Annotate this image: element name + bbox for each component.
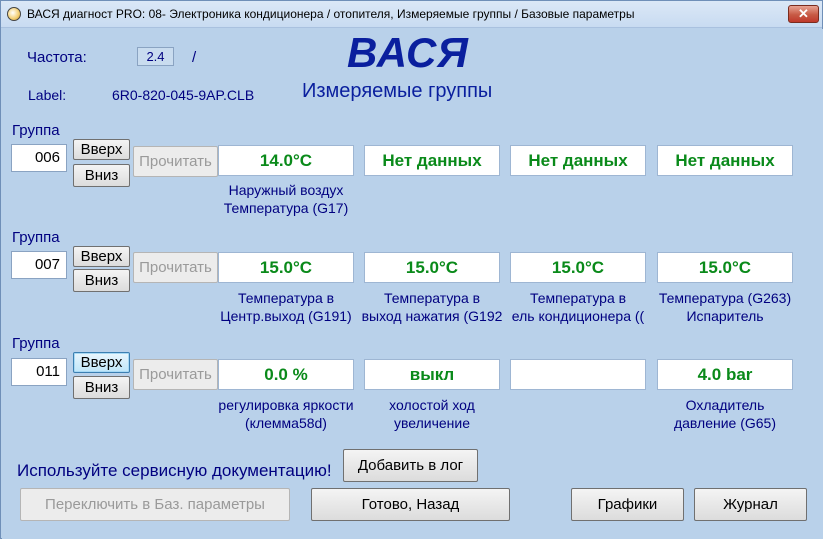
caption-line: Температура в [529, 290, 627, 306]
value-field: 15.0°C [218, 252, 354, 283]
value-field: 15.0°C [510, 252, 646, 283]
group-up-button[interactable]: Вверх [73, 352, 130, 373]
title-bar: ВАСЯ диагност PRO: 08- Электроника конди… [1, 1, 822, 28]
group-down-button[interactable]: Вниз [73, 269, 130, 292]
group-down-button[interactable]: Вниз [73, 164, 130, 187]
value-field [510, 359, 646, 390]
value-field: 15.0°C [364, 252, 500, 283]
value-caption: Наружный воздух Температура (G17) [213, 181, 359, 217]
caption-line: Температура в [383, 290, 481, 306]
brand-logo: ВАСЯ [347, 29, 469, 76]
app-window: ВАСЯ диагност PRO: 08- Электроника конди… [0, 0, 823, 539]
group-label: Группа [12, 122, 60, 139]
app-icon [7, 7, 21, 21]
group-read-button[interactable]: Прочитать [133, 146, 218, 177]
charts-button[interactable]: Графики [571, 488, 684, 521]
value-caption: Температура в ель кондиционера (( [505, 289, 651, 325]
group-read-button[interactable]: Прочитать [133, 359, 218, 390]
caption-line: ель кондиционера (( [511, 308, 645, 324]
value-field: 0.0 % [218, 359, 354, 390]
client-area: Частота: 2.4 / Label: 6R0-820-045-9AP.CL… [2, 29, 823, 539]
value-caption: холостой ход увеличение [359, 396, 505, 432]
frequency-slash: / [192, 49, 197, 66]
caption-line: увеличение [393, 415, 470, 431]
done-back-button[interactable]: Готово, Назад [311, 488, 510, 521]
caption-line: выход нажатия (G192 [361, 308, 503, 324]
group-number-input[interactable]: 006 [11, 144, 67, 172]
label-label: Label: [28, 87, 67, 103]
close-icon: ✕ [798, 6, 809, 21]
group-label: Группа [12, 335, 60, 352]
value-field: Нет данных [364, 145, 500, 176]
value-caption: Температура в Центр.выход (G191) [213, 289, 359, 325]
caption-line: Охладитель [685, 397, 765, 413]
value-caption: регулировка яркости (клемма58d) [213, 396, 359, 432]
value-caption: Температура в выход нажатия (G192 [359, 289, 505, 325]
service-doc-hint: Используйте сервисную документацию! [17, 461, 332, 480]
value-field: 4.0 bar [657, 359, 793, 390]
value-caption: Охладитель давление (G65) [652, 396, 798, 432]
label-value: 6R0-820-045-9AP.CLB [112, 87, 255, 103]
value-field: выкл [364, 359, 500, 390]
caption-line: давление (G65) [673, 415, 777, 431]
caption-line: Испаритель [686, 308, 764, 324]
group-read-button[interactable]: Прочитать [133, 252, 218, 283]
page-title: Измеряемые группы [302, 80, 493, 102]
group-number-input[interactable]: 007 [11, 251, 67, 279]
frequency-label: Частота: [27, 49, 87, 66]
caption-line: холостой ход [389, 397, 475, 413]
value-field: Нет данных [657, 145, 793, 176]
group-up-button[interactable]: Вверх [73, 246, 130, 267]
value-field: 14.0°C [218, 145, 354, 176]
journal-button[interactable]: Журнал [694, 488, 807, 521]
caption-line: Температура (G17) [223, 200, 349, 216]
group-up-button[interactable]: Вверх [73, 139, 130, 160]
frequency-value: 2.4 [137, 47, 174, 66]
group-down-button[interactable]: Вниз [73, 376, 130, 399]
caption-line: (клемма58d) [245, 415, 327, 431]
value-field: Нет данных [510, 145, 646, 176]
add-to-log-button[interactable]: Добавить в лог [343, 449, 478, 482]
value-caption: Температура (G263) Испаритель [652, 289, 798, 325]
caption-line: Наружный воздух [228, 182, 344, 198]
caption-line: Центр.выход (G191) [220, 308, 352, 324]
window-title: ВАСЯ диагност PRO: 08- Электроника конди… [27, 7, 635, 21]
close-button[interactable]: ✕ [788, 5, 819, 23]
group-label: Группа [12, 229, 60, 246]
caption-line: Температура (G263) [658, 290, 792, 306]
group-number-input[interactable]: 011 [11, 358, 67, 386]
caption-line: Температура в [237, 290, 335, 306]
caption-line: регулировка яркости [218, 397, 354, 413]
value-field: 15.0°C [657, 252, 793, 283]
switch-basic-params-button[interactable]: Переключить в Баз. параметры [20, 488, 290, 521]
